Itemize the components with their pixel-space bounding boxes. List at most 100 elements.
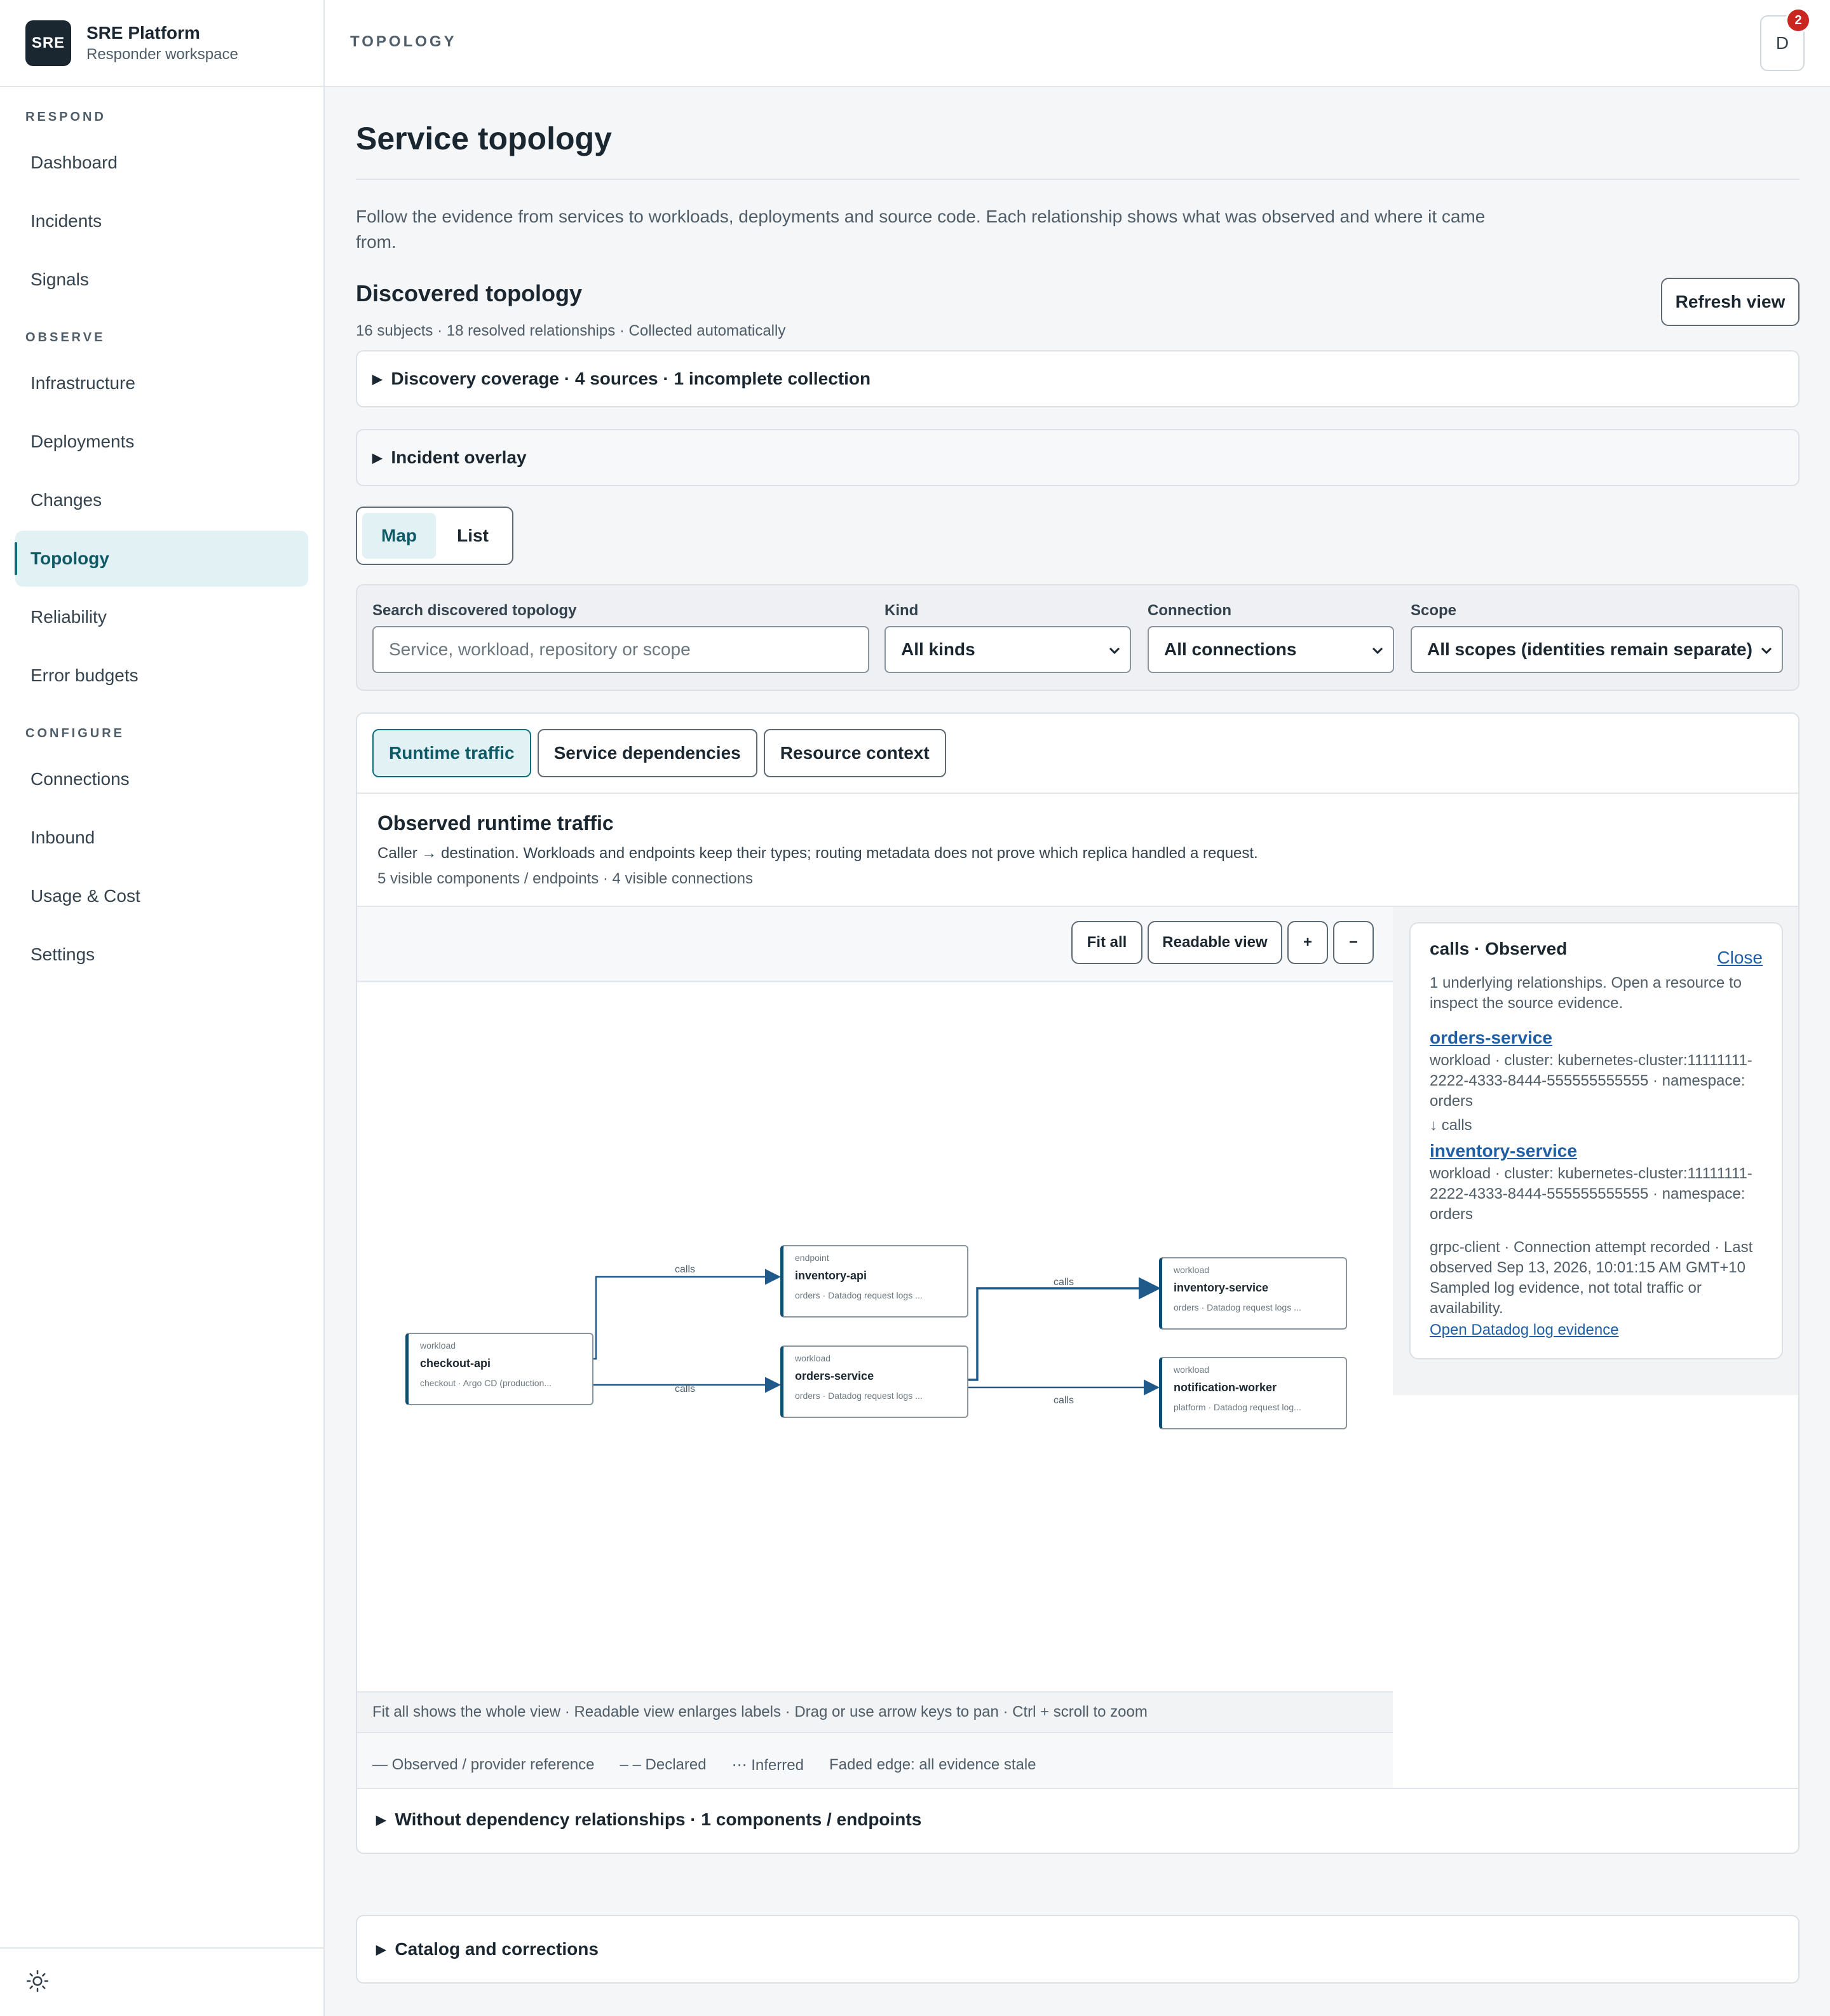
zoom-in-button[interactable]: +: [1287, 921, 1328, 964]
legend-declared: – – Declared: [620, 1756, 707, 1773]
readable-view-button[interactable]: Readable view: [1148, 921, 1282, 964]
kind-select[interactable]: All kinds: [884, 626, 1131, 673]
scope-select[interactable]: All scopes (identities remain separate): [1411, 626, 1783, 673]
kind-select-value: All kinds: [901, 639, 975, 659]
title-divider: [356, 179, 1800, 180]
tab-service-dependencies[interactable]: Service dependencies: [537, 729, 757, 777]
topology-graph[interactable]: calls calls calls calls workload checkou…: [357, 983, 1393, 1691]
edge-label: calls: [675, 1384, 696, 1394]
sidebar-item-connections[interactable]: Connections: [15, 751, 308, 807]
scope-label: Scope: [1411, 602, 1457, 619]
sidebar-item-inbound[interactable]: Inbound: [15, 810, 308, 866]
search-label: Search discovered topology: [372, 602, 577, 619]
search-input[interactable]: Service, workload, repository or scope: [372, 626, 869, 673]
target-resource-meta: workload · cluster: kubernetes-cluster:1…: [1430, 1165, 1752, 1223]
sidebar-item-dashboard[interactable]: Dashboard: [15, 135, 308, 191]
top-bar: TOPOLOGY D 2: [325, 0, 1830, 87]
list-view-button[interactable]: List: [438, 513, 507, 559]
disclosure-triangle-icon: ▶: [376, 1813, 386, 1827]
catalog-disclosure[interactable]: ▶ Catalog and corrections: [356, 1915, 1800, 1984]
close-detail-link[interactable]: Close: [1717, 948, 1763, 968]
graph-node[interactable]: workload inventory-service orders · Data…: [1159, 1257, 1347, 1330]
disclosure-triangle-icon: ▶: [372, 451, 383, 465]
runtime-traffic-subtitle: Caller → destination. Workloads and endp…: [377, 845, 1258, 862]
edge-label: calls: [1054, 1277, 1074, 1288]
discovery-coverage-label: Discovery coverage · 4 sources · 1 incom…: [391, 369, 871, 388]
relationship-detail-card: calls · Observed Close 1 underlying rela…: [1409, 922, 1783, 1359]
fit-all-button[interactable]: Fit all: [1071, 921, 1142, 964]
breadcrumb: TOPOLOGY: [350, 33, 457, 50]
sun-icon[interactable]: [25, 1969, 50, 1996]
node-meta: orders · Datadog request logs ...: [795, 1290, 923, 1300]
legend-divider: [357, 1788, 1798, 1789]
notification-badge: 2: [1786, 8, 1811, 33]
graph-node[interactable]: workload orders-service orders · Datadog…: [780, 1345, 968, 1418]
connection-label: Connection: [1148, 602, 1231, 619]
canvas-toolbar: Fit all Readable view + −: [357, 907, 1393, 982]
avatar-button[interactable]: D 2: [1760, 8, 1811, 71]
page-intro: Follow the evidence from services to wor…: [356, 207, 1486, 252]
refresh-view-button[interactable]: Refresh view: [1661, 278, 1800, 326]
sidebar-item-reliability[interactable]: Reliability: [15, 589, 308, 645]
topology-panel: Runtime traffic Service dependencies Res…: [356, 712, 1800, 1854]
incident-overlay-disclosure[interactable]: ▶ Incident overlay: [356, 429, 1800, 486]
disclosure-triangle-icon: ▶: [372, 372, 383, 386]
sidebar-item-changes[interactable]: Changes: [15, 472, 308, 528]
edge-orders-to-inventory-service: [968, 1277, 1161, 1381]
discovery-coverage-disclosure[interactable]: ▶ Discovery coverage · 4 sources · 1 inc…: [356, 350, 1800, 407]
topology-tabs: Runtime traffic Service dependencies Res…: [372, 729, 946, 777]
node-name: notification-worker: [1174, 1381, 1277, 1394]
sidebar-item-signals[interactable]: Signals: [15, 252, 308, 308]
chevron-down-icon: [1760, 639, 1773, 660]
sidebar-item-error-budgets[interactable]: Error budgets: [15, 648, 308, 704]
sidebar-item-incidents[interactable]: Incidents: [15, 193, 308, 249]
nav-section-observe: OBSERVE: [25, 330, 105, 344]
legend-observed: — Observed / provider reference: [372, 1756, 595, 1773]
detail-title: calls · Observed: [1430, 939, 1568, 958]
tab-runtime-traffic[interactable]: Runtime traffic: [372, 729, 531, 777]
without-dependency-label: Without dependency relationships · 1 com…: [395, 1809, 922, 1829]
panel-divider: [357, 793, 1798, 794]
sidebar-item-topology[interactable]: Topology: [15, 531, 308, 587]
graph-node[interactable]: workload checkout-api checkout · Argo CD…: [405, 1333, 593, 1405]
sidebar-item-usage-cost[interactable]: Usage & Cost: [15, 868, 308, 924]
graph-node[interactable]: workload notification-worker platform · …: [1159, 1357, 1347, 1429]
node-meta: checkout · Argo CD (production...: [420, 1378, 552, 1388]
node-kind: workload: [795, 1353, 831, 1363]
kind-label: Kind: [884, 602, 919, 619]
without-dependency-disclosure[interactable]: ▶ Without dependency relationships · 1 c…: [376, 1809, 921, 1830]
sidebar-item-deployments[interactable]: Deployments: [15, 414, 308, 470]
map-view-button[interactable]: Map: [362, 513, 436, 559]
runtime-traffic-title: Observed runtime traffic: [377, 812, 614, 834]
page-title: Service topology: [356, 121, 612, 156]
datadog-evidence-link[interactable]: Open Datadog log evidence: [1430, 1321, 1763, 1339]
edge-label: calls: [675, 1264, 696, 1275]
catalog-label: Catalog and corrections: [395, 1939, 599, 1959]
discovered-summary: 16 subjects · 18 resolved relationships …: [356, 322, 786, 339]
chevron-down-icon: [1108, 639, 1121, 660]
nav-section-respond: RESPOND: [25, 110, 106, 124]
detail-side-panel: calls · Observed Close 1 underlying rela…: [1393, 906, 1798, 1395]
connection-select-value: All connections: [1164, 639, 1297, 659]
discovered-title: Discovered topology: [356, 280, 583, 306]
sidebar-item-infrastructure[interactable]: Infrastructure: [15, 355, 308, 411]
edge-legend: — Observed / provider reference – – Decl…: [372, 1756, 1036, 1774]
sidebar-item-settings[interactable]: Settings: [15, 927, 308, 983]
tab-resource-context[interactable]: Resource context: [763, 729, 946, 777]
avatar-initial: D: [1775, 33, 1789, 53]
legend-stale: Faded edge: all evidence stale: [829, 1756, 1036, 1773]
graph-node[interactable]: endpoint inventory-api orders · Datadog …: [780, 1245, 968, 1318]
target-resource-link[interactable]: inventory-service: [1430, 1141, 1763, 1161]
node-name: inventory-service: [1174, 1281, 1269, 1294]
source-resource-meta: workload · cluster: kubernetes-cluster:1…: [1430, 1052, 1752, 1110]
node-meta: orders · Datadog request logs ...: [1174, 1302, 1301, 1312]
topology-canvas: Fit all Readable view + − calls calls ca…: [357, 906, 1393, 1788]
relationship-direction: ↓ calls: [1430, 1117, 1472, 1134]
edge-label: calls: [1054, 1395, 1074, 1406]
scope-select-value: All scopes (identities remain separate): [1427, 639, 1752, 659]
source-resource-link[interactable]: orders-service: [1430, 1028, 1763, 1048]
connection-select[interactable]: All connections: [1148, 626, 1394, 673]
node-kind: endpoint: [795, 1253, 829, 1263]
zoom-out-button[interactable]: −: [1333, 921, 1374, 964]
node-name: orders-service: [795, 1370, 874, 1382]
